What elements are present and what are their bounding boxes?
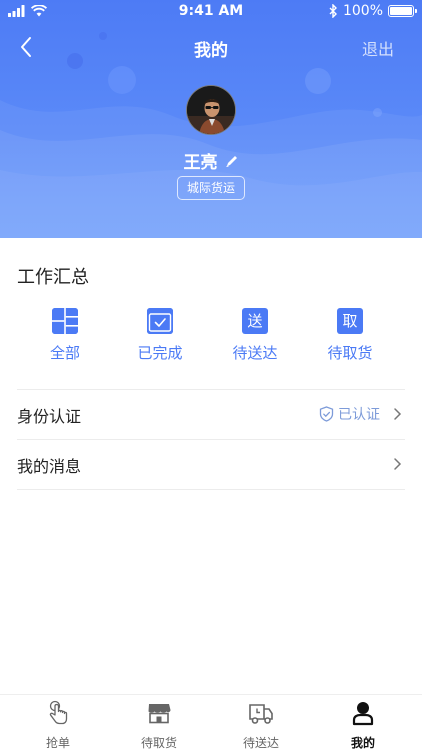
- check-icon: [147, 308, 173, 334]
- tab-label: 待取货: [140, 736, 177, 750]
- tile-label: 待送达: [232, 344, 278, 362]
- bottom-tab-bar: 抢单 待取货 待送达 我的: [0, 694, 422, 750]
- work-summary-title: 工作汇总: [17, 267, 89, 288]
- tab-mine[interactable]: 我的: [323, 700, 403, 750]
- shop-icon: [148, 704, 171, 724]
- avatar[interactable]: [186, 85, 236, 135]
- nav-bar: 我的 退出: [0, 30, 422, 64]
- deliver-icon: 送: [242, 308, 268, 334]
- tab-pickup[interactable]: 待取货: [119, 700, 199, 750]
- decor-bubble: [108, 66, 136, 94]
- tile-label: 全部: [49, 344, 80, 362]
- my-messages-row[interactable]: 我的消息: [0, 439, 422, 489]
- username-row: 王亮: [0, 148, 422, 173]
- tile-all[interactable]: 全部: [20, 308, 110, 363]
- work-summary-tiles: 全部 已完成 送 待送达 取 待取货: [0, 308, 422, 368]
- profile-header: 9:41 AM 100% 我的 退出 王亮 城际货运: [0, 0, 422, 238]
- grid-icon: [52, 308, 78, 334]
- person-icon: [352, 702, 374, 726]
- verified-status: 已认证: [319, 404, 380, 424]
- decor-bubble: [305, 68, 331, 94]
- profile-screen: 9:41 AM 100% 我的 退出 王亮 城际货运 工作汇总 全部 已完成 送…: [0, 0, 422, 750]
- tile-to-pickup[interactable]: 取 待取货: [305, 308, 395, 363]
- tab-label: 抢单: [45, 736, 70, 750]
- chevron-right-icon: [394, 408, 402, 420]
- edit-pencil-icon[interactable]: [225, 154, 239, 168]
- tab-label: 待送达: [242, 736, 279, 750]
- logout-button[interactable]: 退出: [362, 36, 394, 60]
- row-label: 我的消息: [17, 457, 82, 476]
- tile-to-deliver[interactable]: 送 待送达: [210, 308, 300, 363]
- tab-label: 我的: [350, 736, 375, 750]
- status-right-group: 100%: [329, 3, 417, 19]
- tile-completed[interactable]: 已完成: [115, 308, 205, 363]
- chevron-right-icon: [394, 458, 402, 470]
- status-bar: 9:41 AM 100%: [0, 0, 422, 24]
- truck-icon: [249, 704, 273, 724]
- identity-verification-row[interactable]: 身份认证 已认证: [0, 389, 422, 439]
- tab-to-deliver[interactable]: 待送达: [221, 700, 301, 750]
- shield-check-icon: [319, 406, 334, 422]
- battery-icon: [388, 5, 417, 17]
- divider: [17, 489, 405, 490]
- decor-bubble: [373, 108, 382, 117]
- page-title: 我的: [194, 41, 228, 61]
- pickup-icon: 取: [337, 308, 363, 334]
- row-label: 身份认证: [17, 407, 82, 426]
- avatar-photo: [187, 86, 235, 134]
- bluetooth-icon: [329, 4, 337, 18]
- username: 王亮: [183, 153, 218, 173]
- tile-label: 已完成: [137, 344, 183, 362]
- tab-grab-order[interactable]: 抢单: [18, 700, 98, 750]
- hand-tap-icon: [49, 700, 68, 725]
- role-badge: 城际货运: [177, 176, 245, 200]
- battery-percent: 100%: [342, 3, 383, 19]
- tile-label: 待取货: [327, 344, 373, 362]
- verified-text: 已认证: [338, 407, 380, 423]
